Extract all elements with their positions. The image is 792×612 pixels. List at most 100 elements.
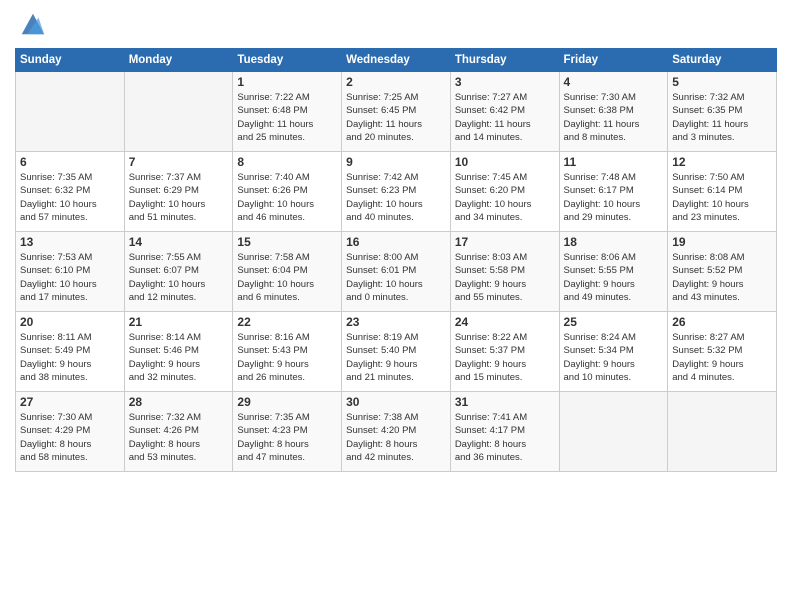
weekday-wednesday: Wednesday bbox=[342, 49, 451, 72]
day-info: Sunrise: 8:03 AMSunset: 5:58 PMDaylight:… bbox=[455, 251, 555, 304]
weekday-thursday: Thursday bbox=[450, 49, 559, 72]
calendar-cell: 17 Sunrise: 8:03 AMSunset: 5:58 PMDayligh… bbox=[450, 232, 559, 312]
day-info: Sunrise: 8:19 AMSunset: 5:40 PMDaylight:… bbox=[346, 331, 446, 384]
day-info: Sunrise: 7:35 AMSunset: 6:32 PMDaylight:… bbox=[20, 171, 120, 224]
calendar-cell bbox=[16, 72, 125, 152]
day-info: Sunrise: 7:32 AMSunset: 6:35 PMDaylight:… bbox=[672, 91, 772, 144]
calendar-cell: 27 Sunrise: 7:30 AMSunset: 4:29 PMDayligh… bbox=[16, 392, 125, 472]
weekday-saturday: Saturday bbox=[668, 49, 777, 72]
calendar-cell: 19Sunrise: 8:08 AMSunset: 5:52 PMDayligh… bbox=[668, 232, 777, 312]
day-number: 2 bbox=[346, 75, 446, 89]
calendar-cell: 11 Sunrise: 7:48 AMSunset: 6:17 PMDayligh… bbox=[559, 152, 668, 232]
day-info: Sunrise: 7:58 AMSunset: 6:04 PMDaylight:… bbox=[237, 251, 337, 304]
day-number: 29 bbox=[237, 395, 337, 409]
calendar-cell: 23 Sunrise: 8:19 AMSunset: 5:40 PMDayligh… bbox=[342, 312, 451, 392]
day-info: Sunrise: 7:30 AMSunset: 4:29 PMDaylight:… bbox=[20, 411, 120, 464]
calendar-cell: 9Sunrise: 7:42 AMSunset: 6:23 PMDaylight… bbox=[342, 152, 451, 232]
day-number: 17 bbox=[455, 235, 555, 249]
calendar-cell: 10 Sunrise: 7:45 AMSunset: 6:20 PMDayligh… bbox=[450, 152, 559, 232]
day-info: Sunrise: 8:27 AMSunset: 5:32 PMDaylight:… bbox=[672, 331, 772, 384]
day-number: 10 bbox=[455, 155, 555, 169]
day-info: Sunrise: 7:32 AMSunset: 4:26 PMDaylight:… bbox=[129, 411, 229, 464]
calendar-cell: 18 Sunrise: 8:06 AMSunset: 5:55 PMDayligh… bbox=[559, 232, 668, 312]
calendar-cell: 24 Sunrise: 8:22 AMSunset: 5:37 PMDayligh… bbox=[450, 312, 559, 392]
calendar-cell: 26 Sunrise: 8:27 AMSunset: 5:32 PMDayligh… bbox=[668, 312, 777, 392]
day-info: Sunrise: 8:22 AMSunset: 5:37 PMDaylight:… bbox=[455, 331, 555, 384]
day-number: 8 bbox=[237, 155, 337, 169]
calendar-cell: 30 Sunrise: 7:38 AMSunset: 4:20 PMDayligh… bbox=[342, 392, 451, 472]
day-number: 20 bbox=[20, 315, 120, 329]
day-number: 30 bbox=[346, 395, 446, 409]
day-info: Sunrise: 8:00 AMSunset: 6:01 PMDaylight:… bbox=[346, 251, 446, 304]
day-info: Sunrise: 7:45 AMSunset: 6:20 PMDaylight:… bbox=[455, 171, 555, 224]
calendar-cell: 4 Sunrise: 7:30 AMSunset: 6:38 PMDaylight… bbox=[559, 72, 668, 152]
calendar-cell: 12Sunrise: 7:50 AMSunset: 6:14 PMDayligh… bbox=[668, 152, 777, 232]
day-number: 31 bbox=[455, 395, 555, 409]
calendar-cell: 28 Sunrise: 7:32 AMSunset: 4:26 PMDayligh… bbox=[124, 392, 233, 472]
day-number: 19 bbox=[672, 235, 772, 249]
calendar-cell bbox=[668, 392, 777, 472]
day-info: Sunrise: 7:42 AMSunset: 6:23 PMDaylight:… bbox=[346, 171, 446, 224]
day-info: Sunrise: 7:40 AMSunset: 6:26 PMDaylight:… bbox=[237, 171, 337, 224]
calendar-cell: 29 Sunrise: 7:35 AMSunset: 4:23 PMDayligh… bbox=[233, 392, 342, 472]
calendar-cell: 20 Sunrise: 8:11 AMSunset: 5:49 PMDayligh… bbox=[16, 312, 125, 392]
calendar-cell: 25 Sunrise: 8:24 AMSunset: 5:34 PMDayligh… bbox=[559, 312, 668, 392]
weekday-tuesday: Tuesday bbox=[233, 49, 342, 72]
page: SundayMondayTuesdayWednesdayThursdayFrid… bbox=[0, 0, 792, 612]
calendar-cell: 16 Sunrise: 8:00 AMSunset: 6:01 PMDayligh… bbox=[342, 232, 451, 312]
day-info: Sunrise: 7:30 AMSunset: 6:38 PMDaylight:… bbox=[564, 91, 664, 144]
day-info: Sunrise: 7:35 AMSunset: 4:23 PMDaylight:… bbox=[237, 411, 337, 464]
day-number: 22 bbox=[237, 315, 337, 329]
calendar: SundayMondayTuesdayWednesdayThursdayFrid… bbox=[15, 48, 777, 472]
day-info: Sunrise: 7:37 AMSunset: 6:29 PMDaylight:… bbox=[129, 171, 229, 224]
calendar-cell: 31 Sunrise: 7:41 AMSunset: 4:17 PMDayligh… bbox=[450, 392, 559, 472]
header bbox=[15, 10, 777, 40]
week-row-3: 13 Sunrise: 7:53 AMSunset: 6:10 PMDayligh… bbox=[16, 232, 777, 312]
logo-icon bbox=[18, 10, 46, 38]
weekday-monday: Monday bbox=[124, 49, 233, 72]
day-number: 21 bbox=[129, 315, 229, 329]
day-number: 23 bbox=[346, 315, 446, 329]
day-info: Sunrise: 7:55 AMSunset: 6:07 PMDaylight:… bbox=[129, 251, 229, 304]
day-info: Sunrise: 8:24 AMSunset: 5:34 PMDaylight:… bbox=[564, 331, 664, 384]
day-info: Sunrise: 7:53 AMSunset: 6:10 PMDaylight:… bbox=[20, 251, 120, 304]
weekday-header-row: SundayMondayTuesdayWednesdayThursdayFrid… bbox=[16, 49, 777, 72]
week-row-5: 27 Sunrise: 7:30 AMSunset: 4:29 PMDayligh… bbox=[16, 392, 777, 472]
day-number: 25 bbox=[564, 315, 664, 329]
calendar-cell: 5Sunrise: 7:32 AMSunset: 6:35 PMDaylight… bbox=[668, 72, 777, 152]
day-number: 3 bbox=[455, 75, 555, 89]
day-number: 15 bbox=[237, 235, 337, 249]
day-info: Sunrise: 8:11 AMSunset: 5:49 PMDaylight:… bbox=[20, 331, 120, 384]
day-number: 13 bbox=[20, 235, 120, 249]
day-number: 27 bbox=[20, 395, 120, 409]
calendar-cell: 13 Sunrise: 7:53 AMSunset: 6:10 PMDayligh… bbox=[16, 232, 125, 312]
day-number: 16 bbox=[346, 235, 446, 249]
calendar-cell: 21Sunrise: 8:14 AMSunset: 5:46 PMDayligh… bbox=[124, 312, 233, 392]
logo bbox=[15, 10, 46, 40]
day-number: 11 bbox=[564, 155, 664, 169]
day-info: Sunrise: 7:38 AMSunset: 4:20 PMDaylight:… bbox=[346, 411, 446, 464]
day-number: 26 bbox=[672, 315, 772, 329]
day-number: 14 bbox=[129, 235, 229, 249]
week-row-2: 6 Sunrise: 7:35 AMSunset: 6:32 PMDaylight… bbox=[16, 152, 777, 232]
calendar-cell bbox=[559, 392, 668, 472]
calendar-cell: 6 Sunrise: 7:35 AMSunset: 6:32 PMDaylight… bbox=[16, 152, 125, 232]
day-number: 6 bbox=[20, 155, 120, 169]
day-number: 4 bbox=[564, 75, 664, 89]
day-number: 24 bbox=[455, 315, 555, 329]
day-info: Sunrise: 7:41 AMSunset: 4:17 PMDaylight:… bbox=[455, 411, 555, 464]
calendar-cell: 7Sunrise: 7:37 AMSunset: 6:29 PMDaylight… bbox=[124, 152, 233, 232]
day-info: Sunrise: 8:06 AMSunset: 5:55 PMDaylight:… bbox=[564, 251, 664, 304]
day-number: 18 bbox=[564, 235, 664, 249]
day-number: 1 bbox=[237, 75, 337, 89]
day-number: 28 bbox=[129, 395, 229, 409]
calendar-cell: 22 Sunrise: 8:16 AMSunset: 5:43 PMDayligh… bbox=[233, 312, 342, 392]
weekday-sunday: Sunday bbox=[16, 49, 125, 72]
day-info: Sunrise: 8:16 AMSunset: 5:43 PMDaylight:… bbox=[237, 331, 337, 384]
calendar-cell: 3Sunrise: 7:27 AMSunset: 6:42 PMDaylight… bbox=[450, 72, 559, 152]
day-info: Sunrise: 7:50 AMSunset: 6:14 PMDaylight:… bbox=[672, 171, 772, 224]
day-info: Sunrise: 7:25 AMSunset: 6:45 PMDaylight:… bbox=[346, 91, 446, 144]
weekday-friday: Friday bbox=[559, 49, 668, 72]
day-info: Sunrise: 7:48 AMSunset: 6:17 PMDaylight:… bbox=[564, 171, 664, 224]
week-row-1: 1Sunrise: 7:22 AMSunset: 6:48 PMDaylight… bbox=[16, 72, 777, 152]
